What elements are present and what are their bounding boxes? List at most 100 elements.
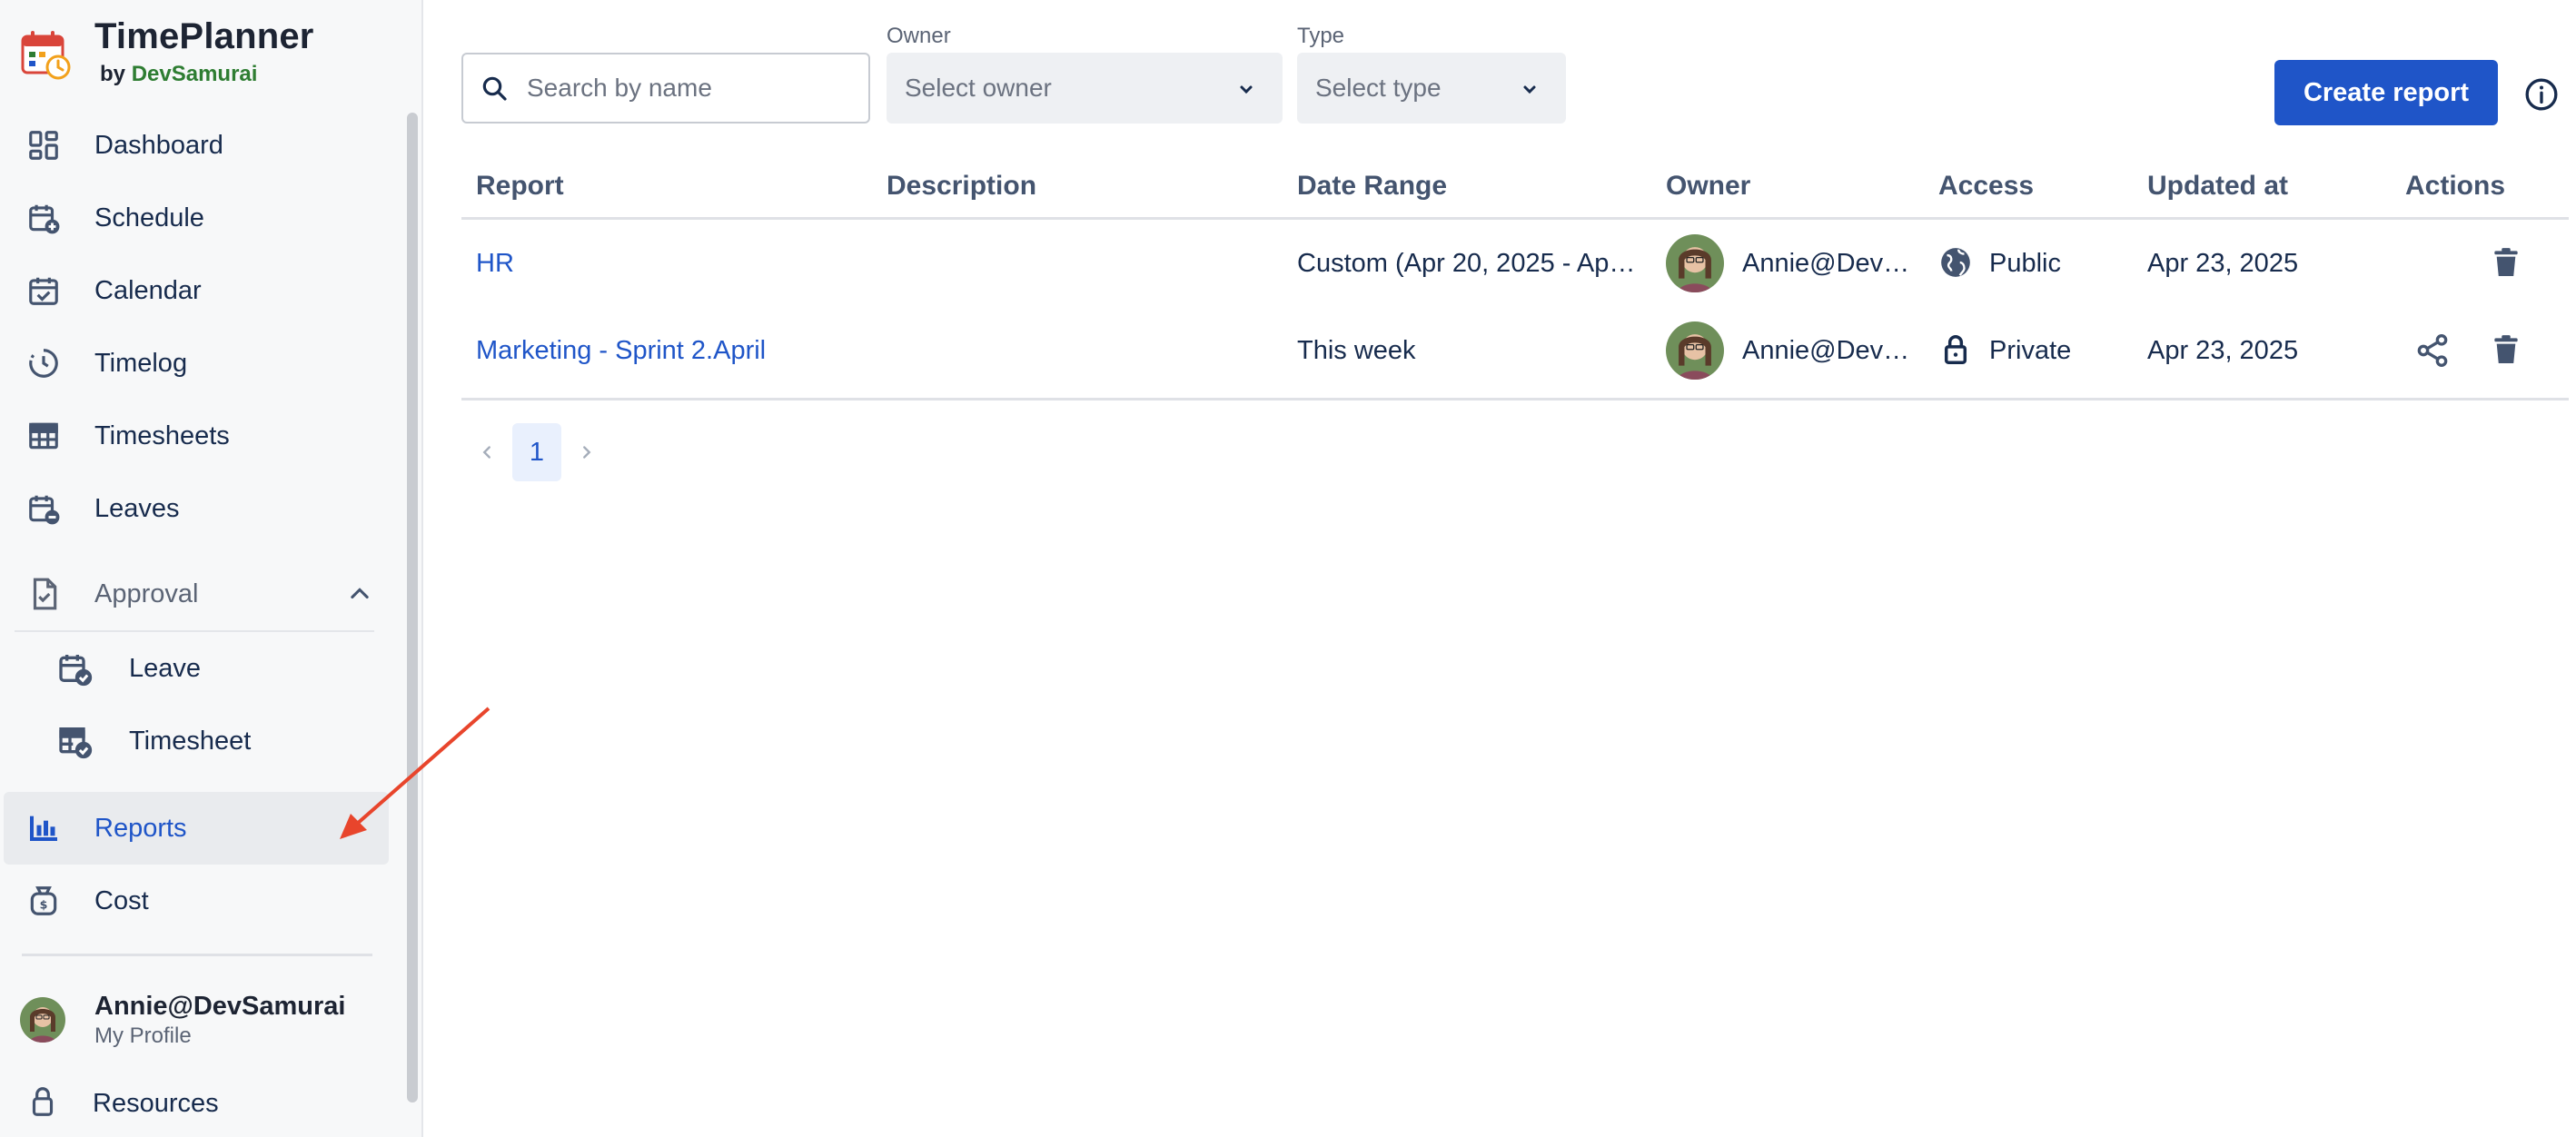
timeplanner-logo-icon	[21, 31, 71, 80]
sidebar-item-label: Timesheets	[94, 420, 230, 450]
table-bottom-border	[461, 398, 2569, 400]
sidebar-item-label: Approval	[94, 578, 199, 608]
sidebar-item-label: Calendar	[94, 275, 202, 305]
report-name-link[interactable]: HR	[476, 249, 514, 279]
file-check-icon	[25, 576, 62, 612]
sidebar-item-cost[interactable]: $ Cost	[0, 865, 400, 937]
column-header-description[interactable]: Description	[887, 171, 1036, 202]
type-filter-label: Type	[1297, 24, 1345, 48]
globe-icon	[1938, 245, 1973, 284]
sidebar-item-label: Schedule	[94, 203, 204, 232]
create-report-button[interactable]: Create report	[2274, 60, 2498, 125]
brand-by-prefix: by	[100, 62, 126, 86]
avatar	[1666, 234, 1724, 292]
column-header-owner[interactable]: Owner	[1666, 171, 1750, 202]
column-header-updated-at[interactable]: Updated at	[2147, 171, 2288, 202]
grid-icon	[25, 418, 62, 454]
chevron-up-icon[interactable]	[347, 581, 372, 611]
sidebar-item-dashboard[interactable]: Dashboard	[0, 109, 400, 182]
calendar-check-icon	[25, 272, 62, 309]
sidebar-item-label: Resources	[93, 1089, 219, 1118]
trash-icon[interactable]	[2489, 332, 2523, 371]
brand-title: TimePlanner	[94, 16, 314, 56]
sidebar-item-resources[interactable]: Resources	[25, 1084, 219, 1123]
main-content: Owner Select owner Type Select type Crea…	[425, 0, 2576, 1137]
table-row: HR Custom (Apr 20, 2025 - Ap… Annie@Dev……	[461, 220, 2569, 307]
sidebar-item-reports[interactable]: Reports	[4, 792, 389, 865]
trash-icon[interactable]	[2489, 245, 2523, 284]
sidebar-item-label: Leave	[129, 653, 202, 683]
chevron-down-icon	[1240, 85, 1253, 94]
search-icon	[482, 76, 507, 101]
sidebar-item-approval-leave[interactable]: Leave	[0, 632, 400, 705]
bar-chart-icon	[25, 810, 62, 846]
table-header: Report Description Date Range Owner Acce…	[461, 154, 2569, 220]
sidebar-item-label: Dashboard	[94, 130, 223, 160]
sidebar-divider	[22, 954, 372, 956]
report-access: Private	[1989, 336, 2072, 365]
calendar-minus-icon	[25, 490, 62, 527]
share-icon[interactable]	[2414, 332, 2451, 373]
sidebar-item-schedule[interactable]: Schedule	[0, 182, 400, 254]
lock-icon	[1938, 332, 1973, 371]
column-header-date-range[interactable]: Date Range	[1297, 171, 1447, 202]
chevron-right-icon[interactable]	[561, 442, 612, 462]
sidebar-item-label: Reports	[94, 813, 187, 843]
owner-select-placeholder: Select owner	[905, 74, 1052, 102]
brand-by-name: DevSamurai	[131, 62, 258, 86]
search-box[interactable]	[461, 53, 870, 124]
report-date-range: Custom (Apr 20, 2025 - Ap…	[1297, 249, 1636, 278]
column-header-actions: Actions	[2405, 171, 2506, 201]
svg-text:$: $	[40, 898, 48, 912]
sidebar-item-calendar[interactable]: Calendar	[0, 254, 400, 327]
report-access: Public	[1989, 249, 2061, 278]
dashboard-icon	[25, 127, 62, 163]
report-name-link[interactable]: Marketing - Sprint 2.April	[476, 336, 766, 366]
profile-subtitle: My Profile	[94, 1023, 192, 1048]
sidebar-nav: Dashboard Schedule Calendar Timelog Time…	[0, 109, 400, 937]
search-input[interactable]	[527, 74, 854, 103]
report-owner: Annie@Dev…	[1742, 336, 1910, 365]
avatar	[1666, 321, 1724, 380]
owner-filter-label: Owner	[887, 24, 951, 48]
sidebar-item-label: Cost	[94, 885, 149, 915]
reports-table: Report Description Date Range Owner Acce…	[461, 154, 2569, 400]
report-updated-at: Apr 23, 2025	[2147, 249, 2299, 278]
report-updated-at: Apr 23, 2025	[2147, 336, 2299, 365]
column-header-report[interactable]: Report	[476, 171, 564, 202]
chevron-left-icon[interactable]	[461, 442, 512, 462]
sidebar-item-timelog[interactable]: Timelog	[0, 327, 400, 400]
column-header-access[interactable]: Access	[1938, 171, 2034, 202]
sidebar-item-label: Leaves	[94, 493, 180, 523]
pagination: 1	[461, 423, 612, 481]
sidebar-profile[interactable]: Annie@DevSamurai My Profile	[20, 990, 345, 1050]
lock-icon	[25, 1084, 60, 1123]
sidebar-group-approval[interactable]: Approval	[0, 558, 400, 630]
table-row: Marketing - Sprint 2.April This week Ann…	[461, 307, 2569, 394]
type-select[interactable]: Select type	[1297, 53, 1566, 124]
sidebar-item-approval-timesheet[interactable]: Timesheet	[0, 705, 400, 777]
sidebar-item-label: Timelog	[94, 348, 188, 378]
profile-name: Annie@DevSamurai	[94, 992, 346, 1021]
grid-approve-icon	[56, 723, 93, 759]
brand[interactable]: TimePlanner by DevSamurai	[20, 13, 314, 94]
brand-byline: by DevSamurai	[100, 60, 314, 89]
page-number-button[interactable]: 1	[512, 423, 561, 481]
avatar	[20, 997, 65, 1043]
owner-select[interactable]: Select owner	[887, 53, 1283, 124]
type-select-placeholder: Select type	[1315, 74, 1442, 102]
chevron-down-icon	[1523, 85, 1536, 94]
report-date-range: This week	[1297, 336, 1416, 365]
info-icon[interactable]	[2523, 76, 2560, 117]
calendar-approve-icon	[56, 650, 93, 687]
sidebar-item-label: Timesheet	[129, 726, 252, 756]
sidebar-item-timesheets[interactable]: Timesheets	[0, 400, 400, 472]
money-bag-icon: $	[25, 883, 62, 919]
sidebar-scrollbar[interactable]	[407, 113, 418, 1102]
sidebar: TimePlanner by DevSamurai Dashboard Sche…	[0, 0, 423, 1137]
calendar-plus-icon	[25, 200, 62, 236]
sidebar-item-leaves[interactable]: Leaves	[0, 472, 400, 545]
clock-icon	[25, 345, 62, 381]
